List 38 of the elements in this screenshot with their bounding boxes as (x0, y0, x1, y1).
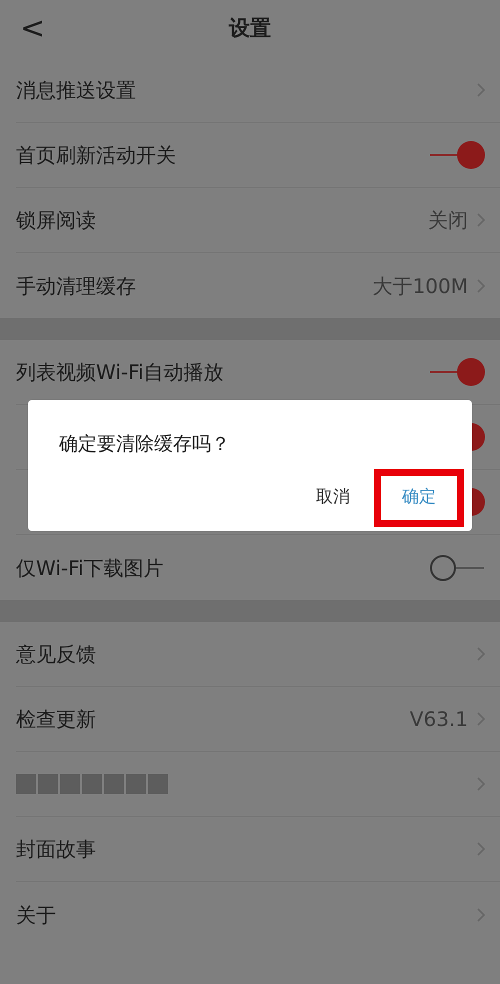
row-label: 首页刷新活动开关 (16, 142, 176, 169)
chevron-icon (476, 212, 486, 228)
back-button[interactable]: < (14, 14, 52, 44)
row-label: 封面故事 (16, 836, 96, 863)
toggle-switch[interactable] (428, 140, 486, 170)
page-title: 设置 (229, 15, 271, 42)
settings-row[interactable]: 关于 (16, 882, 500, 947)
settings-row[interactable]: 首页刷新活动开关 (16, 123, 500, 188)
chevron-icon (476, 278, 486, 294)
row-label: 仅Wi-Fi下载图片 (16, 554, 164, 582)
settings-row[interactable]: 意见反馈 (16, 622, 500, 687)
row-label: 消息推送设置 (16, 77, 136, 104)
toggle-switch[interactable] (428, 552, 486, 582)
confirm-button[interactable]: 确定 (374, 469, 464, 527)
chevron-icon (476, 646, 486, 662)
dialog-message: 确定要清除缓存吗？ (59, 432, 230, 457)
chevron-icon (476, 841, 486, 857)
row-value: 大于100M (372, 272, 468, 300)
settings-row[interactable]: 封面故事 (16, 817, 500, 882)
chevron-icon (476, 906, 486, 922)
row-value: 关闭 (428, 207, 468, 234)
row-label: 手动清理缓存 (16, 272, 136, 300)
settings-row[interactable]: 消息推送设置 (16, 58, 500, 123)
chevron-icon (476, 776, 486, 792)
row-label: 关于 (16, 902, 56, 928)
row-value: V63.1 (410, 706, 468, 733)
settings-row[interactable]: 仅Wi-Fi下载图片 (16, 535, 500, 600)
chevron-icon (476, 711, 486, 727)
row-label: 检查更新 (16, 706, 96, 733)
settings-row[interactable]: 锁屏阅读 关闭 (16, 188, 500, 253)
settings-row[interactable]: 检查更新 V63.1 (16, 687, 500, 752)
toggle-switch[interactable] (428, 357, 486, 387)
row-label: 锁屏阅读 (16, 207, 96, 234)
row-label: 意见反馈 (16, 641, 96, 668)
chevron-icon (476, 82, 486, 98)
cancel-button[interactable]: 取消 (300, 469, 366, 527)
settings-row[interactable]: 手动清理缓存 大于100M (16, 253, 500, 318)
row-label: 列表视频Wi-Fi自动播放 (16, 359, 224, 386)
